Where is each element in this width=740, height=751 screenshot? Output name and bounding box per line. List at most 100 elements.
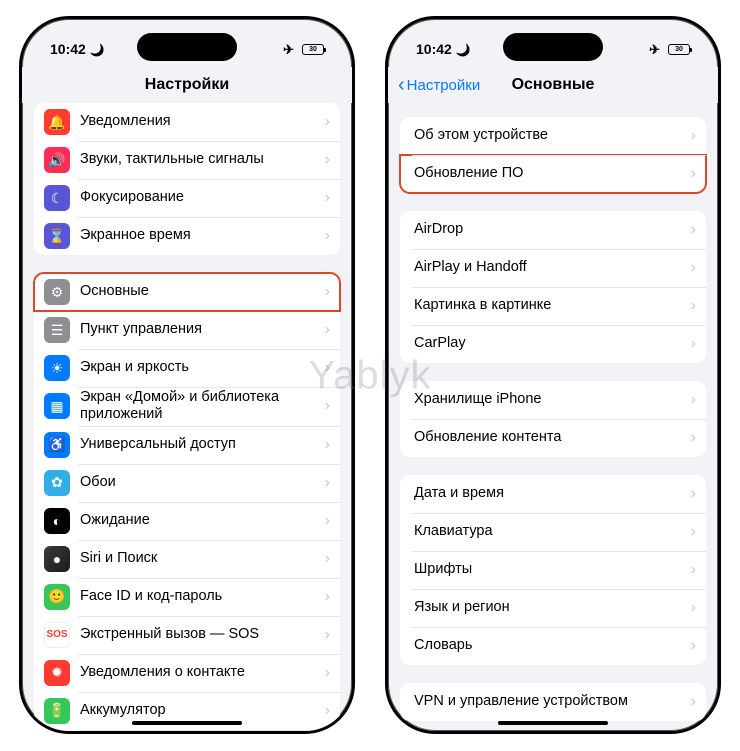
general-row[interactable]: AirDrop› — [400, 211, 706, 249]
settings-row-siri[interactable]: ●Siri и Поиск› — [34, 540, 340, 578]
chevron-right-icon: › — [691, 599, 696, 617]
general-group: Об этом устройстве›Обновление ПО› — [400, 117, 706, 193]
row-label: AirDrop — [414, 221, 691, 238]
row-label: Хранилище iPhone — [414, 391, 691, 408]
home-indicator[interactable] — [498, 721, 608, 725]
chevron-right-icon: › — [325, 512, 330, 530]
settings-row-sun2[interactable]: ✹ Уведомления о контакте› — [34, 654, 340, 692]
row-label: Язык и регион — [414, 599, 691, 616]
row-label: Siri и Поиск — [80, 550, 325, 567]
battery-icon: 30 — [302, 44, 324, 55]
row-label: Уведомления о контакте — [80, 664, 325, 681]
chevron-right-icon: › — [691, 297, 696, 315]
settings-row-bell[interactable]: 🔔Уведомления› — [34, 103, 340, 141]
chevron-right-icon: › — [691, 221, 696, 239]
faceid-icon: 🙂 — [44, 584, 70, 610]
settings-row-standby[interactable]: ◐Ожидание› — [34, 502, 340, 540]
nav-bar: Настройки — [22, 67, 352, 103]
general-row[interactable]: Дата и время› — [400, 475, 706, 513]
chevron-right-icon: › — [691, 485, 696, 503]
status-time: 10:42 — [50, 41, 86, 57]
row-label: Пункт управления — [80, 321, 325, 338]
dynamic-island — [137, 33, 237, 61]
sun2-icon: ✹ — [44, 660, 70, 686]
settings-row-gear[interactable]: ⚙ Основные› — [34, 273, 340, 311]
chevron-right-icon: › — [325, 321, 330, 339]
general-row[interactable]: Обновление контента› — [400, 419, 706, 457]
general-row[interactable]: AirPlay и Handoff› — [400, 249, 706, 287]
back-button[interactable]: ‹ Настройки — [398, 75, 480, 95]
chevron-right-icon: › — [325, 702, 330, 720]
settings-row-moon[interactable]: ☾ Фокусирование› — [34, 179, 340, 217]
row-label: Аккумулятор — [80, 702, 325, 719]
general-row[interactable]: Словарь› — [400, 627, 706, 665]
chevron-right-icon: › — [325, 664, 330, 682]
general-row[interactable]: Шрифты› — [400, 551, 706, 589]
general-row[interactable]: Об этом устройстве› — [400, 117, 706, 155]
chevron-left-icon: ‹ — [398, 75, 405, 95]
general-row[interactable]: CarPlay› — [400, 325, 706, 363]
chevron-right-icon: › — [325, 227, 330, 245]
grid-icon: ▦ — [44, 393, 70, 419]
general-group: Дата и время›Клавиатура›Шрифты›Язык и ре… — [400, 475, 706, 665]
settings-row-grid[interactable]: ▦ Экран «Домой» и библиотека приложений› — [34, 387, 340, 426]
sos-icon: SOS — [44, 622, 70, 648]
row-label: Дата и время — [414, 485, 691, 502]
row-label: Фокусирование — [80, 189, 325, 206]
row-label: Основные — [80, 283, 325, 300]
page-title: Основные — [512, 76, 595, 94]
switches-icon: ☰ — [44, 317, 70, 343]
general-row[interactable]: Клавиатура› — [400, 513, 706, 551]
general-row[interactable]: Обновление ПО› — [400, 155, 706, 193]
chevron-right-icon: › — [691, 429, 696, 447]
settings-row-access[interactable]: ♿Универсальный доступ› — [34, 426, 340, 464]
settings-row-sun[interactable]: ☀Экран и яркость› — [34, 349, 340, 387]
airplane-mode-icon — [283, 41, 294, 58]
row-label: Звуки, тактильные сигналы — [80, 151, 325, 168]
settings-row-faceid[interactable]: 🙂 Face ID и код-пароль› — [34, 578, 340, 616]
siri-icon: ● — [44, 546, 70, 572]
chevron-right-icon: › — [691, 637, 696, 655]
hourglass-icon: ⌛ — [44, 223, 70, 249]
chevron-right-icon: › — [325, 283, 330, 301]
settings-row-sos[interactable]: SOSЭкстренный вызов — SOS› — [34, 616, 340, 654]
chevron-right-icon: › — [325, 588, 330, 606]
settings-row-switches[interactable]: ☰ Пункт управления› — [34, 311, 340, 349]
general-row[interactable]: Язык и регион› — [400, 589, 706, 627]
chevron-right-icon: › — [325, 151, 330, 169]
gear-icon: ⚙ — [44, 279, 70, 305]
row-label: CarPlay — [414, 335, 691, 352]
chevron-right-icon: › — [325, 626, 330, 644]
row-label: Обои — [80, 474, 325, 491]
home-indicator[interactable] — [132, 721, 242, 725]
moon-icon: ☾ — [44, 185, 70, 211]
row-label: Экранное время — [80, 227, 325, 244]
nav-bar: ‹ Настройки Основные — [388, 67, 718, 103]
dnd-moon-icon — [90, 41, 105, 57]
chevron-right-icon: › — [691, 127, 696, 145]
chevron-right-icon: › — [325, 436, 330, 454]
general-row[interactable]: Хранилище iPhone› — [400, 381, 706, 419]
chevron-right-icon: › — [325, 113, 330, 131]
settings-row-hourglass[interactable]: ⌛ Экранное время› — [34, 217, 340, 255]
standby-icon: ◐ — [44, 508, 70, 534]
row-label: Об этом устройстве — [414, 127, 691, 144]
general-group: VPN и управление устройством› — [400, 683, 706, 721]
general-row[interactable]: VPN и управление устройством› — [400, 683, 706, 721]
general-group: Хранилище iPhone›Обновление контента› — [400, 381, 706, 457]
chevron-right-icon: › — [691, 335, 696, 353]
settings-row-speaker[interactable]: 🔊Звуки, тактильные сигналы› — [34, 141, 340, 179]
general-row[interactable]: Картинка в картинке› — [400, 287, 706, 325]
row-label: Экран «Домой» и библиотека приложений — [80, 389, 325, 424]
battery-icon: 30 — [668, 44, 690, 55]
battery-icon: 🔋 — [44, 698, 70, 724]
chevron-right-icon: › — [325, 397, 330, 415]
settings-row-flower[interactable]: ✿Обои› — [34, 464, 340, 502]
row-label: Обновление контента — [414, 429, 691, 446]
row-label: Face ID и код-пароль — [80, 588, 325, 605]
settings-row-hand[interactable]: ✋Конфиденциальность и безопасность› — [34, 730, 340, 731]
chevron-right-icon: › — [325, 189, 330, 207]
chevron-right-icon: › — [691, 165, 696, 183]
chevron-right-icon: › — [691, 523, 696, 541]
row-label: VPN и управление устройством — [414, 693, 691, 710]
